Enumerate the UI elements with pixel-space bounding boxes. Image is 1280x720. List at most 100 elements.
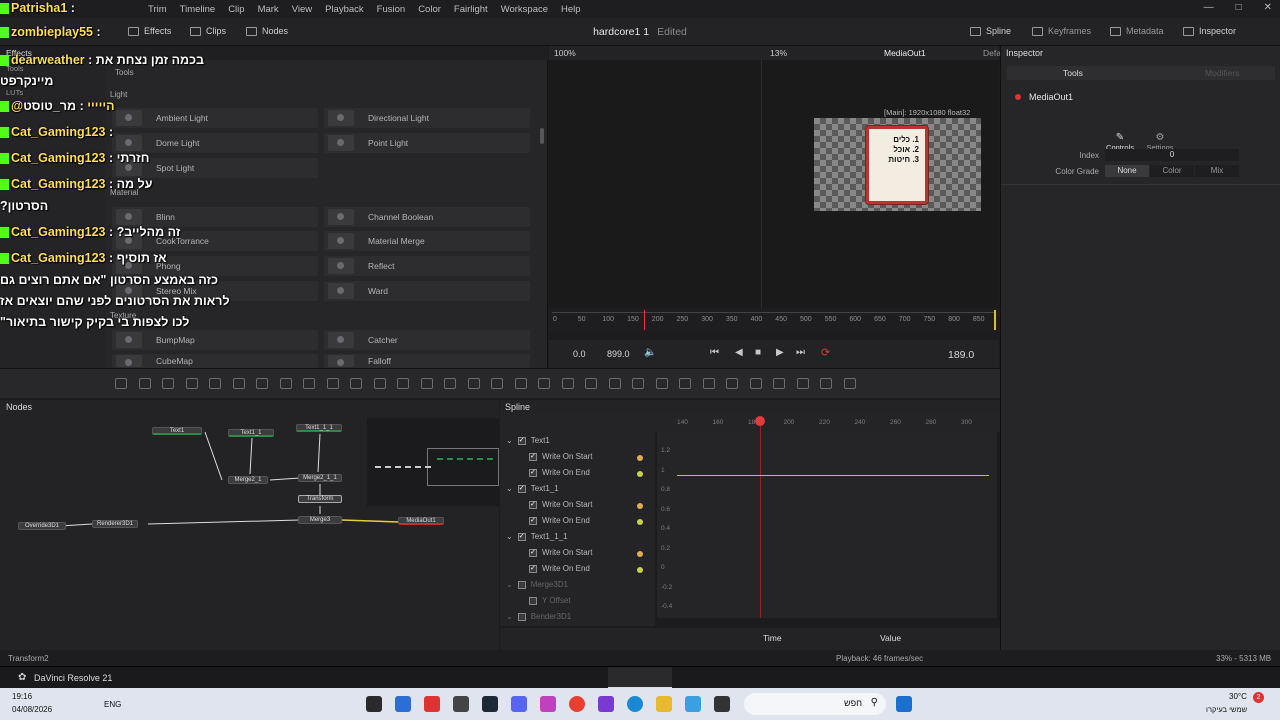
play-icon[interactable]: ▶ <box>776 347 784 358</box>
menu-fusion[interactable]: Fusion <box>377 4 406 15</box>
spline-checkbox[interactable]: ✓ <box>517 484 526 493</box>
fusion-page-tab[interactable] <box>608 667 672 689</box>
fusion-tool-icon[interactable] <box>608 378 621 389</box>
play-reverse-icon[interactable]: ◀ <box>735 347 743 358</box>
node-text1-1[interactable]: Text1_1 <box>228 429 274 437</box>
spline-item[interactable]: ⌄ Bender3D1 <box>506 612 571 621</box>
playhead-marker[interactable] <box>644 310 645 330</box>
fusion-tool-icon[interactable] <box>702 378 715 389</box>
app-taskbar-icon[interactable] <box>598 696 614 712</box>
effect-catcher[interactable]: Catcher <box>324 330 530 350</box>
menu-clip[interactable]: Clip <box>228 4 244 15</box>
spline-item[interactable]: ✓ Write On Start <box>529 500 593 509</box>
node-renderer3d1[interactable]: Renderer3D1 <box>92 520 138 528</box>
app-taskbar-icon[interactable] <box>685 696 701 712</box>
app-taskbar-icon[interactable] <box>540 696 556 712</box>
fusion-tool-icon[interactable] <box>749 378 762 389</box>
fusion-tool-icon[interactable] <box>326 378 339 389</box>
fusion-tool-icon[interactable] <box>561 378 574 389</box>
stop-icon[interactable]: ■ <box>755 347 761 358</box>
effect-material-merge[interactable]: Material Merge <box>324 231 530 251</box>
spline-checkbox[interactable]: ✓ <box>529 500 537 509</box>
effect-ward[interactable]: Ward <box>324 281 530 301</box>
spline-checkbox[interactable]: ✓ <box>517 436 526 445</box>
spline-item[interactable]: ⌄ ✓ Text1_1_1 <box>506 532 568 541</box>
spline-checkbox[interactable]: ✓ <box>529 452 537 461</box>
spline-item[interactable]: Y Offset <box>529 596 571 605</box>
tab-tools[interactable]: Tools <box>1063 68 1083 78</box>
discord-taskbar-icon[interactable] <box>511 696 527 712</box>
fusion-tool-icon[interactable] <box>773 378 785 389</box>
fusion-tool-icon[interactable] <box>444 378 456 389</box>
tab-modifiers[interactable]: Modifiers <box>1205 68 1239 78</box>
spline-item[interactable]: ✓ Write On End <box>529 516 590 525</box>
fusion-tool-icon[interactable] <box>467 378 480 389</box>
range-end[interactable]: 899.0 <box>607 349 630 359</box>
effect-dome-light[interactable]: Dome Light <box>112 133 318 153</box>
time-ruler[interactable]: 0 50 100 150 200 250 300 350 400 450 500 550 600 650 7… <box>549 308 999 332</box>
spline-button[interactable]: Spline <box>970 26 1011 36</box>
keyframe-dot-icon[interactable] <box>637 503 643 509</box>
weather-temp[interactable]: 30°C <box>1229 692 1247 701</box>
spline-checkbox[interactable]: ✓ <box>529 516 537 525</box>
viewer-default[interactable]: Defa <box>983 48 1001 58</box>
effect-falloff[interactable]: Falloff <box>324 354 530 368</box>
expand-chevron-icon[interactable]: ⌄ <box>506 532 513 541</box>
spline-graph[interactable]: 1.2 1 0.8 0.6 0.4 0.2 0 -0.2 -0.4 <box>657 416 997 618</box>
tree-item-luts[interactable]: LUTs <box>6 88 23 97</box>
spline-checkbox[interactable]: ✓ <box>529 564 537 573</box>
expand-chevron-icon[interactable]: ⌄ <box>506 484 513 493</box>
node-transform[interactable]: Transform <box>298 495 342 503</box>
inspector-button[interactable]: Inspector <box>1183 26 1236 36</box>
keyframes-button[interactable]: Keyframes <box>1032 26 1091 36</box>
effect-reflect[interactable]: Reflect <box>324 256 530 276</box>
spline-item[interactable]: ✓ Write On End <box>529 564 590 573</box>
fusion-tool-icon[interactable] <box>115 378 127 389</box>
effect-directional-light[interactable]: Directional Light <box>324 108 530 128</box>
node-mediaout1[interactable]: MediaOut1 <box>398 517 444 525</box>
fusion-tool-icon[interactable] <box>303 378 315 389</box>
app-taskbar-icon[interactable] <box>395 696 411 712</box>
keyframe-dot-icon[interactable] <box>637 455 643 461</box>
index-field[interactable]: 0 <box>1105 149 1239 161</box>
menu-playback[interactable]: Playback <box>325 4 364 15</box>
expand-chevron-icon[interactable]: ⌄ <box>506 612 513 621</box>
go-to-start-icon[interactable]: ⏮ <box>710 347 719 358</box>
taskbar-search[interactable]: חפש ⚲ <box>744 693 886 715</box>
spline-item[interactable]: ⌄ ✓ Text1_1 <box>506 484 559 493</box>
menu-fairlight[interactable]: Fairlight <box>454 4 488 15</box>
minimize-icon[interactable]: — <box>1204 2 1214 13</box>
colorgrade-color[interactable]: Color <box>1150 165 1194 177</box>
expand-chevron-icon[interactable]: ⌄ <box>506 436 513 445</box>
effect-cubemap[interactable]: CubeMap <box>112 354 318 368</box>
spline-checkbox[interactable]: ✓ <box>517 532 526 541</box>
spline-checkbox[interactable] <box>517 580 526 589</box>
fusion-tool-icon[interactable] <box>632 378 644 389</box>
menu-trim[interactable]: Trim <box>148 4 167 15</box>
spline-item[interactable]: ⌄ Merge3D1 <box>506 580 568 589</box>
keyframe-dot-icon[interactable] <box>637 519 643 525</box>
spline-item[interactable]: ✓ Write On Start <box>529 452 593 461</box>
node-text1[interactable]: Text1 <box>152 427 202 435</box>
menu-color[interactable]: Color <box>418 4 441 15</box>
app-taskbar-icon[interactable] <box>424 696 440 712</box>
time-field-label[interactable]: Time <box>763 633 782 643</box>
fusion-tool-icon[interactable] <box>397 378 409 389</box>
spline-item[interactable]: ⌄ ✓ Text1 <box>506 436 550 445</box>
fusion-tool-icon[interactable] <box>209 378 221 389</box>
spline-item[interactable]: ✓ Write On End <box>529 468 590 477</box>
edge-taskbar-icon[interactable] <box>627 696 643 712</box>
minimap-viewport[interactable] <box>427 448 499 486</box>
fusion-tool-icon[interactable] <box>585 378 597 389</box>
node-text1-1-1[interactable]: Text1_1_1 <box>296 424 342 432</box>
spline-playhead[interactable] <box>760 418 761 618</box>
fusion-tool-icon[interactable] <box>514 378 527 389</box>
range-start[interactable]: 0.0 <box>573 349 586 359</box>
menu-view[interactable]: View <box>292 4 312 15</box>
keyframe-dot-icon[interactable] <box>637 567 643 573</box>
maximize-icon[interactable]: □ <box>1236 2 1242 13</box>
fusion-tool-icon[interactable] <box>232 378 245 389</box>
node-merge2-1[interactable]: Merge2_1 <box>228 476 268 484</box>
current-frame[interactable]: 189.0 <box>948 349 974 361</box>
spline-curve[interactable] <box>677 475 989 476</box>
